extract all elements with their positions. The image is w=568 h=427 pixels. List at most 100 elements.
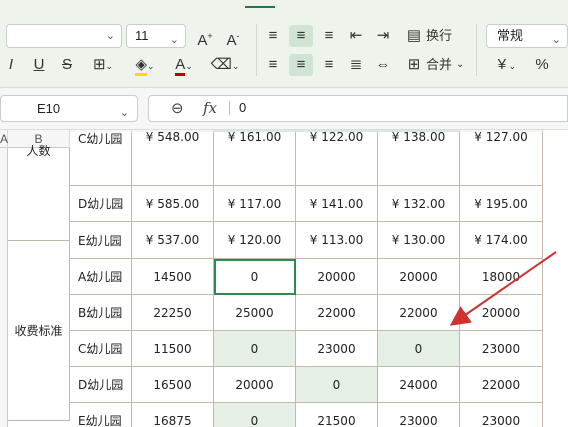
- cell-c-row-4[interactable]: B幼儿园: [70, 295, 132, 331]
- cell-e-row-3[interactable]: 0: [214, 259, 296, 295]
- cell-e-row-5[interactable]: 0: [214, 331, 296, 367]
- align-right-icon[interactable]: ≡: [318, 54, 340, 76]
- cell-e-row-4[interactable]: 25000: [214, 295, 296, 331]
- zoom-search-icon[interactable]: ⊖: [171, 99, 184, 117]
- strikethrough-icon[interactable]: S: [58, 54, 76, 76]
- chevron-down-icon[interactable]: ⌄: [456, 55, 464, 75]
- font-color-icon[interactable]: A⌄: [170, 54, 198, 76]
- cell-c-row-2[interactable]: E幼儿园: [70, 222, 132, 259]
- cell-value: E幼儿园: [78, 414, 122, 427]
- cell-d-row-3[interactable]: 14500: [132, 259, 214, 295]
- italic-icon[interactable]: I: [4, 54, 18, 76]
- underline-icon[interactable]: U: [30, 54, 48, 76]
- group-label-fees-cell[interactable]: 收费标准: [8, 241, 70, 421]
- align-left-icon[interactable]: ≡: [262, 54, 284, 76]
- function-fx-icon[interactable]: fx: [203, 99, 217, 117]
- align-bottom-icon[interactable]: ≡: [318, 25, 340, 47]
- cell-d-row-4[interactable]: 22250: [132, 295, 214, 331]
- increase-font-icon[interactable]: A+: [194, 25, 216, 49]
- cell-e-row-0[interactable]: ¥ 161.00: [214, 130, 296, 186]
- tab-partial-1[interactable]: [50, 0, 70, 8]
- cell-g-row-0[interactable]: ¥ 138.00: [378, 130, 460, 186]
- decrease-indent-icon[interactable]: ⇤: [345, 25, 367, 47]
- fill-color-icon[interactable]: ◈⌄: [128, 54, 162, 76]
- cell-value: 20000: [481, 305, 521, 320]
- cell-value: 20000: [399, 269, 438, 284]
- formula-input[interactable]: ⊖ fx 0: [148, 95, 568, 122]
- cell-h-row-7[interactable]: 23000: [460, 403, 543, 427]
- divider: [229, 101, 230, 115]
- cell-g-row-3[interactable]: 20000: [378, 259, 460, 295]
- cell-c-row-3[interactable]: A幼儿园: [70, 259, 132, 295]
- cell-d-row-5[interactable]: 11500: [132, 331, 214, 367]
- column-header-a[interactable]: A: [0, 130, 8, 148]
- cell-f-row-5[interactable]: 23000: [296, 331, 378, 367]
- cell-g-row-1[interactable]: ¥ 132.00: [378, 186, 460, 222]
- cell-h-row-5[interactable]: 23000: [460, 331, 543, 367]
- cell-value: 22000: [399, 305, 438, 320]
- cell-f-row-0[interactable]: ¥ 122.00: [296, 130, 378, 186]
- cell-value: ¥ 130.00: [391, 233, 446, 247]
- cell-g-row-4[interactable]: 22000: [378, 295, 460, 331]
- align-top-icon[interactable]: ≡: [262, 25, 284, 47]
- cell-g-row-7[interactable]: 23000: [378, 403, 460, 427]
- clear-format-icon[interactable]: ⌫⌄: [208, 54, 242, 76]
- cell-h-row-1[interactable]: ¥ 195.00: [460, 186, 543, 222]
- cell-value: ¥ 174.00: [474, 233, 528, 247]
- wrap-text-label[interactable]: 换行: [426, 26, 452, 46]
- border-icon[interactable]: ⊞⌄: [88, 54, 118, 76]
- cell-c-row-7[interactable]: E幼儿园: [70, 403, 132, 427]
- cell-value: 0: [332, 377, 341, 392]
- cell-f-row-1[interactable]: ¥ 141.00: [296, 186, 378, 222]
- cell-c-row-5[interactable]: C幼儿园: [70, 331, 132, 367]
- merge-cells-icon[interactable]: ⊞: [404, 54, 424, 76]
- decrease-font-icon[interactable]: A-: [222, 25, 244, 49]
- percent-format-icon[interactable]: %: [532, 54, 552, 76]
- currency-format-icon[interactable]: ¥ ⌄: [490, 54, 524, 76]
- font-name-select[interactable]: ⌄: [6, 24, 122, 48]
- cell-h-row-4[interactable]: 20000: [460, 295, 543, 331]
- chevron-down-icon: ⌄: [119, 107, 129, 119]
- cell-f-row-3[interactable]: 20000: [296, 259, 378, 295]
- spreadsheet-grid[interactable]: A B C D E F G H 人数 收费标准 C幼儿园¥ 548.00¥ 16…: [0, 130, 568, 427]
- cell-d-row-2[interactable]: ¥ 537.00: [132, 222, 214, 259]
- number-format-select[interactable]: 常规 ⌄: [486, 24, 568, 48]
- cell-d-row-1[interactable]: ¥ 585.00: [132, 186, 214, 222]
- align-center-icon[interactable]: ≡: [289, 54, 313, 76]
- cell-h-row-2[interactable]: ¥ 174.00: [460, 222, 543, 259]
- cell-f-row-7[interactable]: 21500: [296, 403, 378, 427]
- cell-e-row-6[interactable]: 20000: [214, 367, 296, 403]
- merge-cells-label[interactable]: 合并: [426, 55, 452, 75]
- cell-c-row-0[interactable]: C幼儿园: [70, 132, 132, 186]
- cell-f-row-4[interactable]: 22000: [296, 295, 378, 331]
- cell-e-row-1[interactable]: ¥ 117.00: [214, 186, 296, 222]
- cell-f-row-2[interactable]: ¥ 113.00: [296, 222, 378, 259]
- group-label-headcount-cell[interactable]: 人数: [8, 144, 70, 241]
- increase-indent-icon[interactable]: ⇥: [372, 25, 394, 47]
- cell-h-row-3[interactable]: 18000: [460, 259, 543, 295]
- cell-d-row-6[interactable]: 16500: [132, 367, 214, 403]
- align-middle-icon[interactable]: ≡: [289, 25, 313, 47]
- cell-h-row-0[interactable]: ¥ 127.00: [460, 130, 543, 186]
- cell-value: ¥ 537.00: [145, 233, 200, 247]
- cell-g-row-5[interactable]: 0: [378, 331, 460, 367]
- cell-value: ¥ 120.00: [227, 233, 282, 247]
- cell-d-row-7[interactable]: 16875: [132, 403, 214, 427]
- wrap-text-icon[interactable]: ▤: [404, 25, 424, 47]
- cell-g-row-2[interactable]: ¥ 130.00: [378, 222, 460, 259]
- cell-e-row-7[interactable]: 0: [214, 403, 296, 427]
- cell-c-row-6[interactable]: D幼儿园: [70, 367, 132, 403]
- cell-value: ¥ 548.00: [145, 130, 200, 144]
- cell-f-row-6[interactable]: 0: [296, 367, 378, 403]
- cell-h-row-6[interactable]: 22000: [460, 367, 543, 403]
- justify-icon[interactable]: ≣: [345, 54, 367, 76]
- tab-home[interactable]: [245, 0, 275, 8]
- cell-d-row-0[interactable]: ¥ 548.00: [132, 130, 214, 186]
- name-box[interactable]: E10 ⌄: [0, 95, 138, 122]
- font-size-select[interactable]: 11 ⌄: [126, 24, 186, 48]
- cell-c-row-1[interactable]: D幼儿园: [70, 186, 132, 222]
- ribbon-tab-strip: [0, 0, 568, 8]
- distributed-icon[interactable]: ⇔: [372, 54, 394, 76]
- cell-e-row-2[interactable]: ¥ 120.00: [214, 222, 296, 259]
- cell-g-row-6[interactable]: 24000: [378, 367, 460, 403]
